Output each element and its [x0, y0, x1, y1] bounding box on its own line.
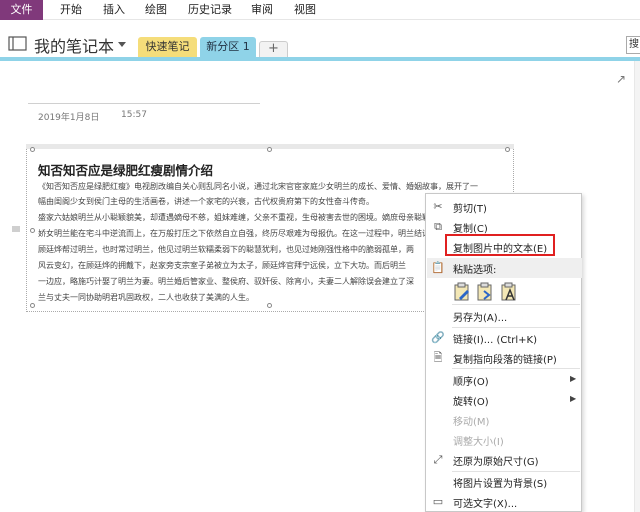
- tab-home[interactable]: 开始: [60, 0, 82, 20]
- menu-item-label: 链接(I)... (Ctrl+K): [453, 335, 537, 346]
- copy-icon: ⧉: [434, 220, 442, 233]
- menu-item-label: 复制指向段落的链接(P): [453, 355, 557, 366]
- menu-item-label: 旋转(O): [453, 397, 489, 408]
- page-title-line[interactable]: [28, 103, 260, 104]
- menu-item-alt-text[interactable]: ▭ 可选文字(X)...: [426, 492, 583, 512]
- menu-item-set-as-background[interactable]: 将图片设置为背景(S): [426, 472, 583, 492]
- page-date: 2019年1月8日: [38, 113, 100, 123]
- resize-handle[interactable]: [505, 147, 510, 152]
- paste-keep-formatting-icon[interactable]: [453, 282, 471, 302]
- resize-handle[interactable]: [30, 147, 35, 152]
- link-icon: 🔗: [431, 331, 445, 344]
- alt-text-icon: ▭: [432, 495, 444, 508]
- tab-view[interactable]: 视图: [294, 0, 316, 20]
- menu-item-label: 另存为(A)...: [453, 313, 508, 324]
- notebook-bar: 我的笔记本 快速笔记 新分区 1 + 搜: [0, 20, 640, 60]
- chevron-down-icon[interactable]: [118, 42, 126, 47]
- tab-draw[interactable]: 绘图: [145, 0, 167, 20]
- search-input[interactable]: 搜: [626, 36, 640, 54]
- article-title: 知否知否应是绿肥红瘦剧情介绍: [38, 163, 214, 178]
- menu-item-copy-paragraph-link[interactable]: 🗎 复制指向段落的链接(P): [426, 348, 583, 368]
- menu-item-move: 移动(M): [426, 410, 583, 430]
- resize-handle[interactable]: [267, 303, 272, 308]
- highlight-box: [445, 234, 555, 256]
- paste-merge-formatting-icon[interactable]: [476, 282, 494, 302]
- notebook-icon[interactable]: [8, 36, 27, 51]
- menu-item-label: 还原为原始尺寸(G): [453, 457, 539, 468]
- tab-insert[interactable]: 插入: [103, 0, 125, 20]
- resize-handle[interactable]: [30, 303, 35, 308]
- paragraph-handle[interactable]: [12, 226, 20, 232]
- paragraph-link-icon: 🗎: [433, 351, 443, 364]
- menu-item-cut[interactable]: ✂ 剪切(T): [426, 197, 583, 217]
- menu-item-label: 粘贴选项:: [453, 265, 497, 276]
- menu-item-resize: 调整大小(I): [426, 430, 583, 450]
- menu-item-label: 调整大小(I): [453, 437, 504, 448]
- menu-separator: [452, 304, 580, 305]
- menu-item-paste-options: 📋 粘贴选项:: [426, 258, 583, 278]
- paste-text-only-icon[interactable]: [500, 282, 518, 302]
- resize-handle[interactable]: [30, 228, 35, 233]
- expand-icon[interactable]: ↗: [616, 72, 626, 86]
- submenu-arrow-icon: ▶: [570, 374, 577, 383]
- tab-file[interactable]: 文件: [0, 0, 43, 20]
- menu-item-label: 可选文字(X)...: [453, 499, 518, 510]
- vertical-scrollbar[interactable]: [634, 61, 640, 512]
- menu-item-link[interactable]: 🔗 链接(I)... (Ctrl+K): [426, 328, 583, 348]
- menu-item-save-as[interactable]: 另存为(A)...: [426, 306, 583, 326]
- menu-separator: [452, 368, 580, 369]
- menu-item-restore-original-size[interactable]: ⤢ 还原为原始尺寸(G): [426, 450, 583, 470]
- tab-quick-notes[interactable]: 快速笔记: [138, 37, 197, 57]
- resize-handle[interactable]: [267, 147, 272, 152]
- clipboard-icon: 📋: [431, 261, 445, 274]
- menu-item-label: 剪切(T): [453, 204, 487, 215]
- menu-item-rotate[interactable]: 旋转(O) ▶: [426, 390, 583, 410]
- tab-review[interactable]: 审阅: [251, 0, 273, 20]
- submenu-arrow-icon: ▶: [570, 394, 577, 403]
- menu-item-label: 移动(M): [453, 417, 490, 428]
- menu-item-label: 顺序(O): [453, 377, 489, 388]
- tab-new-section-1[interactable]: 新分区 1: [200, 37, 256, 57]
- menu-item-label: 复制(C): [453, 224, 488, 235]
- scissors-icon: ✂: [433, 200, 443, 213]
- tab-history[interactable]: 历史记录: [188, 0, 232, 20]
- add-section-button[interactable]: +: [259, 41, 288, 57]
- notebook-title[interactable]: 我的笔记本: [34, 33, 114, 57]
- ribbon-menu: 文件 开始 插入 绘图 历史记录 审阅 视图: [0, 0, 640, 20]
- menu-item-label: 将图片设置为背景(S): [453, 479, 548, 490]
- restore-size-icon: ⤢: [433, 453, 443, 466]
- menu-item-order[interactable]: 顺序(O) ▶: [426, 370, 583, 390]
- page-time: 15:57: [121, 110, 147, 120]
- article-line: 《知否知否应是绿肥红瘦》电视剧改编自关心则乱同名小说，通过北宋官宦家庭少女明兰的…: [38, 182, 478, 191]
